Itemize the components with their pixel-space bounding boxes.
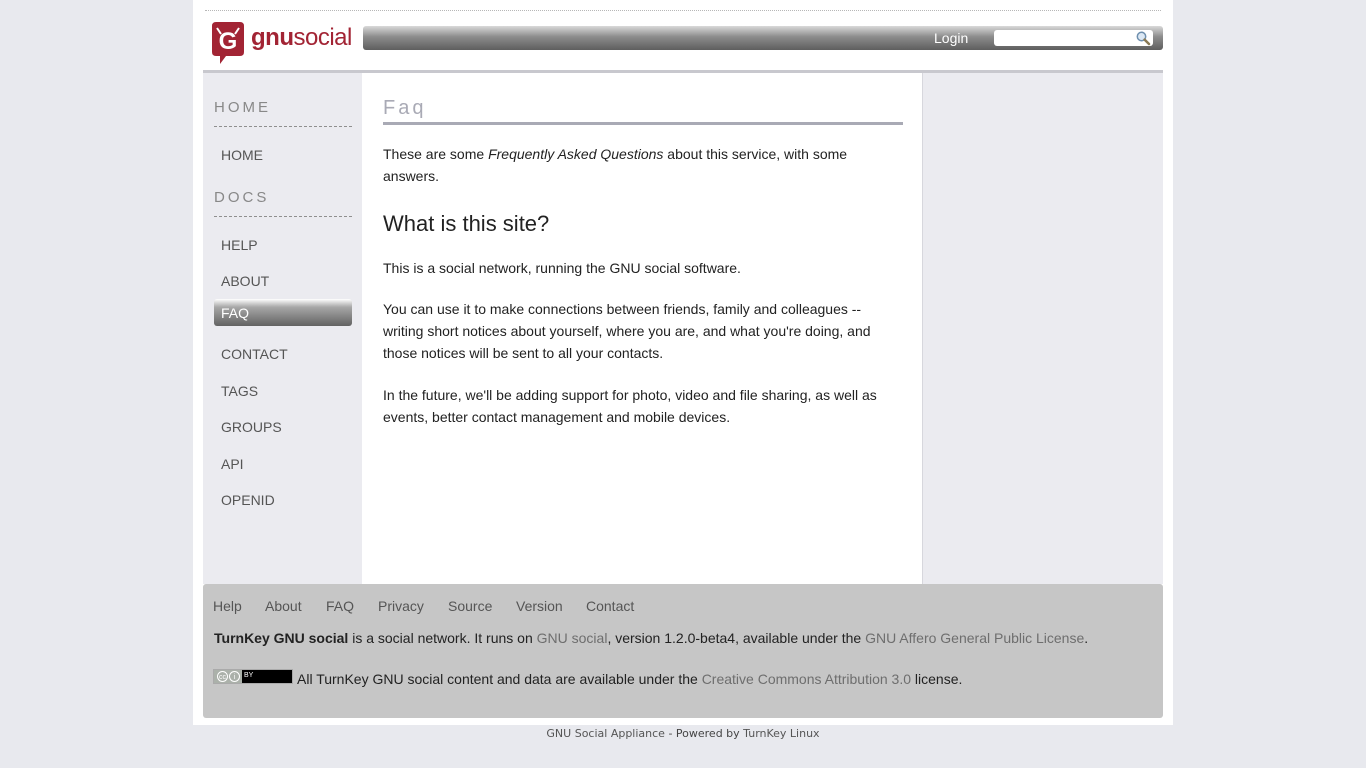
intro-paragraph: These are some Frequently Asked Question… (383, 143, 888, 187)
license-text-3: . (1084, 630, 1089, 646)
license-statement: TurnKey GNU social is a social network. … (214, 630, 1088, 646)
search-icon[interactable] (1135, 30, 1151, 46)
footer-link-help[interactable]: Help (213, 598, 242, 614)
license-text-1: is a social network. It runs on (348, 630, 537, 646)
footer-link-about[interactable]: About (265, 598, 302, 614)
svg-text:G: G (219, 28, 238, 55)
footer-link-version[interactable]: Version (516, 598, 563, 614)
license-text-2: , version 1.2.0-beta4, available under t… (607, 630, 866, 646)
site-footer: Help About FAQ Privacy Source Version Co… (203, 584, 1163, 718)
intro-emphasis: Frequently Asked Questions (488, 146, 664, 162)
footer-link-contact[interactable]: Contact (586, 598, 634, 614)
answer-paragraph-2: You can use it to make connections betwe… (383, 301, 871, 361)
nav-heading-docs: DOCS (214, 189, 352, 217)
site-logo[interactable]: G gnusocial (208, 22, 353, 66)
gnu-social-link[interactable]: GNU social (537, 630, 608, 646)
powered-by-text: - Powered by (664, 727, 744, 740)
logo-wordmark: gnusocial (251, 24, 352, 52)
nav-item-openid[interactable]: OPENID (214, 486, 352, 513)
top-dotted-divider (205, 10, 1161, 11)
nav-heading-home: HOME (214, 99, 352, 127)
nav-item-help[interactable]: HELP (214, 231, 352, 258)
main-content: Faq These are some Frequently Asked Ques… (362, 73, 923, 584)
login-link[interactable]: Login (934, 30, 968, 46)
search-input[interactable] (994, 30, 1153, 46)
content-license-text-1: All TurnKey GNU social content and data … (297, 671, 702, 687)
logo-word-social: social (293, 24, 352, 51)
cc-by-badge[interactable]: cc i BY (213, 669, 293, 684)
footer-link-privacy[interactable]: Privacy (378, 598, 424, 614)
section-heading: What is this site? (383, 211, 550, 236)
attribution-icon: i (229, 671, 240, 682)
nav-item-api[interactable]: API (214, 450, 352, 477)
cc-icon: cc (217, 671, 228, 682)
intro-text-a: These are some (383, 146, 489, 162)
agpl-license-link[interactable]: GNU Affero General Public License (865, 630, 1084, 646)
site-navigation: HOME HOME DOCS HELP ABOUT FAQ CONTACT TA… (203, 73, 363, 584)
content-license-statement: All TurnKey GNU social content and data … (297, 671, 962, 687)
nav-item-tags[interactable]: TAGS (214, 377, 352, 404)
nav-item-contact[interactable]: CONTACT (214, 340, 352, 367)
content-license-text-2: license. (911, 671, 963, 687)
cc-by-label: BY (244, 672, 254, 679)
page-title: Faq (383, 97, 903, 125)
answer-paragraph-1: This is a social network, running the GN… (383, 260, 741, 276)
appliance-link[interactable]: GNU Social Appliance (546, 727, 665, 740)
footer-link-source[interactable]: Source (448, 598, 492, 614)
logo-word-gnu: gnu (251, 24, 294, 51)
nav-item-home[interactable]: HOME (214, 141, 352, 168)
page-wrapper: G gnusocial Login HOME HOME DOCS HELP AB… (193, 0, 1173, 725)
gnu-head-icon: G (212, 22, 244, 64)
turnkey-linux-link[interactable]: TurnKey Linux (743, 727, 819, 740)
site-name: TurnKey GNU social (214, 630, 349, 646)
answer-paragraph-3: In the future, we'll be adding support f… (383, 387, 877, 425)
content-area: HOME HOME DOCS HELP ABOUT FAQ CONTACT TA… (203, 70, 1163, 584)
nav-item-groups[interactable]: GROUPS (214, 413, 352, 440)
nav-item-faq[interactable]: FAQ (214, 299, 352, 326)
top-bar: Login (363, 26, 1163, 50)
nav-item-about[interactable]: ABOUT (214, 267, 352, 294)
cc-license-link[interactable]: Creative Commons Attribution 3.0 (702, 671, 911, 687)
footer-link-faq[interactable]: FAQ (326, 598, 354, 614)
appliance-footer: GNU Social Appliance - Powered by TurnKe… (0, 727, 1366, 740)
